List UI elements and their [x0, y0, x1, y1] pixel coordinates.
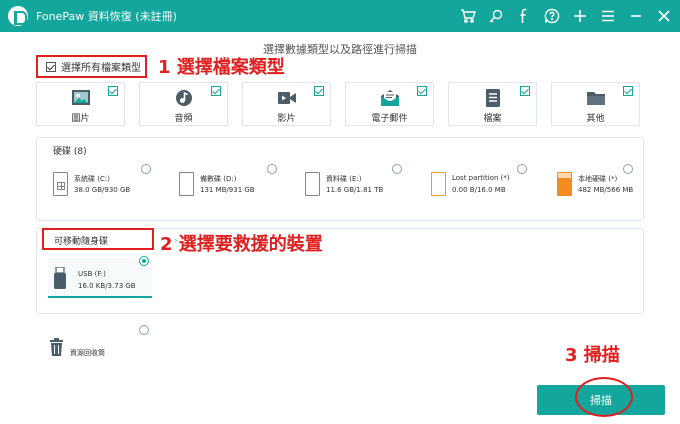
drive-item[interactable]: 本地硬碟 (*) 482 MB/566 MB	[557, 166, 667, 204]
removable-drive-title: 可移動隨身碟	[42, 228, 154, 250]
file-type-label: 音頻	[174, 114, 193, 124]
file-type-label: 圖片	[71, 114, 90, 124]
video-icon	[277, 92, 296, 104]
file-type-other[interactable]: 其他	[551, 82, 640, 126]
checkbox-icon	[46, 61, 56, 72]
file-type-label: 其他	[586, 114, 605, 124]
folder-icon	[586, 92, 605, 105]
scan-button[interactable]: 掃描	[537, 385, 665, 415]
minimize-icon[interactable]	[626, 6, 646, 26]
drive-size: 0.00 B/16.0 MB	[452, 186, 506, 194]
drive-icon	[305, 172, 320, 196]
facebook-icon[interactable]	[514, 6, 534, 26]
trash-icon	[50, 338, 63, 356]
file-type-video[interactable]: 影片	[242, 82, 331, 126]
drive-size: 482 MB/566 MB	[578, 186, 634, 194]
file-type-audio-checkbox[interactable]	[211, 86, 221, 96]
fonepaw-logo-icon	[8, 6, 28, 26]
help-icon[interactable]	[542, 6, 562, 26]
drive-icon	[179, 172, 194, 196]
local-disk-icon	[557, 172, 572, 196]
usb-device-name: USB (F:)	[78, 270, 106, 278]
drive-name: Lost partition (*)	[452, 174, 510, 182]
document-icon	[485, 89, 500, 107]
file-type-image[interactable]: 圖片	[36, 82, 125, 126]
usb-device-item[interactable]: USB (F:) 16.0 KB/3.73 GB	[48, 258, 152, 298]
recycle-bin-radio[interactable]	[139, 325, 149, 335]
file-type-document-checkbox[interactable]	[520, 86, 530, 96]
usb-device-size: 16.0 KB/3.73 GB	[78, 282, 136, 290]
close-icon[interactable]	[654, 6, 674, 26]
file-type-other-checkbox[interactable]	[623, 86, 633, 96]
drive-radio[interactable]	[267, 164, 277, 174]
annotation-step-2: 2 選擇要救援的裝置	[160, 234, 323, 255]
title-bar-icons	[458, 6, 674, 26]
hard-disk-panel: 硬碟 (8) 系統碟 (C:) 38.0 GB/930 GB 備數碟 (D:) …	[36, 137, 644, 221]
file-type-label: 檔案	[483, 114, 502, 124]
music-icon	[175, 90, 192, 106]
system-drive-icon	[53, 172, 68, 196]
drive-radio[interactable]	[623, 164, 633, 174]
usb-device-radio[interactable]	[139, 256, 149, 266]
select-all-checkbox[interactable]: 選擇所有檔案類型	[36, 55, 147, 78]
drive-size: 11.6 GB/1.81 TB	[326, 186, 384, 194]
file-type-image-checkbox[interactable]	[108, 86, 118, 96]
file-type-label: 影片	[277, 114, 296, 124]
select-all-label: 選擇所有檔案類型	[61, 63, 141, 74]
drive-radio[interactable]	[392, 164, 402, 174]
file-type-list: 圖片 音頻 影片 電子郵件 檔案 其他	[36, 82, 640, 126]
annotation-step-3: 3 掃描	[565, 345, 620, 366]
title-bar: FonePaw 資料恢復 (未註冊)	[0, 0, 680, 32]
app-title: FonePaw 資料恢復 (未註冊)	[36, 10, 177, 23]
lost-partition-icon	[431, 172, 446, 196]
file-type-video-checkbox[interactable]	[314, 86, 324, 96]
drive-name: 備數碟 (D:)	[200, 175, 237, 183]
hard-disk-title: 硬碟 (8)	[53, 147, 87, 157]
usb-icon	[54, 267, 66, 289]
file-type-email[interactable]: 電子郵件	[345, 82, 434, 126]
annotation-step-1: 1 選擇檔案類型	[158, 57, 285, 78]
cart-icon[interactable]	[458, 6, 478, 26]
file-type-label: 電子郵件	[371, 114, 408, 124]
key-icon[interactable]	[486, 6, 506, 26]
recycle-bin-label: 資源回收筒	[70, 349, 105, 357]
menu-icon[interactable]	[598, 6, 618, 26]
drive-name: 本地硬碟 (*)	[578, 175, 618, 183]
image-icon	[71, 90, 90, 105]
drive-size: 131 MB/931 GB	[200, 186, 255, 194]
file-type-email-checkbox[interactable]	[417, 86, 427, 96]
drive-name: 系統碟 (C:)	[74, 175, 110, 183]
file-type-audio[interactable]: 音頻	[139, 82, 228, 126]
drive-name: 資料碟 (E:)	[326, 175, 362, 183]
drive-size: 38.0 GB/930 GB	[74, 186, 131, 194]
file-type-document[interactable]: 檔案	[448, 82, 537, 126]
drive-radio[interactable]	[141, 164, 151, 174]
plus-icon[interactable]	[570, 6, 590, 26]
email-icon	[380, 90, 399, 106]
drive-radio[interactable]	[517, 164, 527, 174]
recycle-bin-item[interactable]: 資源回收筒	[48, 338, 148, 362]
